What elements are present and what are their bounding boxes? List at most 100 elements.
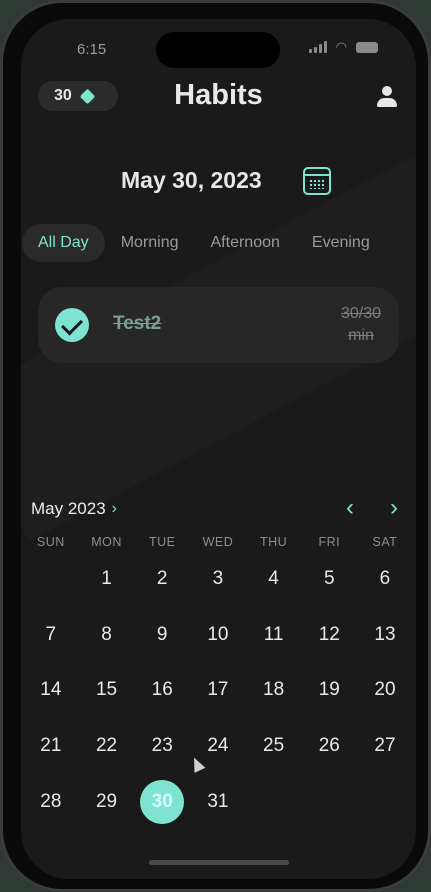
status-time: 6:15 <box>77 41 107 58</box>
calendar-day-selected[interactable]: 30 <box>134 774 190 830</box>
weekday-header: SUN MON TUE WED THU FRI SAT <box>23 535 414 549</box>
weekday-label: TUE <box>148 535 176 549</box>
calendar-day-number: 16 <box>151 679 173 701</box>
calendar-day-number: 3 <box>212 567 224 589</box>
time-of-day-tabs: All Day Morning Afternoon Evening <box>22 223 386 263</box>
status-icons: ◠ <box>308 39 378 54</box>
calendar-day[interactable]: 29 <box>79 774 135 830</box>
calendar-day[interactable]: 12 <box>301 607 357 663</box>
calendar-day[interactable]: 4 <box>246 551 302 607</box>
habit-card[interactable]: Test2 30/30 min <box>38 287 399 363</box>
weekday-label: WED <box>202 535 234 549</box>
month-label: May 2023 <box>31 499 106 518</box>
weekday-label: MON <box>91 535 122 549</box>
previous-month-button[interactable]: ‹ <box>346 496 354 520</box>
tab-morning[interactable]: Morning <box>105 224 195 262</box>
weekday-label: THU <box>259 535 288 549</box>
chevron-right-icon: › <box>111 500 117 517</box>
calendar-day[interactable]: 9 <box>134 607 190 663</box>
month-picker[interactable]: May 2023 › <box>31 499 117 519</box>
calendar-day[interactable]: 17 <box>190 662 246 718</box>
calendar-day-number: 22 <box>95 734 118 756</box>
calendar-day[interactable]: 23 <box>134 718 190 774</box>
calendar-day[interactable]: 19 <box>301 662 357 718</box>
calendar-day-number: 26 <box>318 734 340 756</box>
calendar-day-number: 8 <box>101 623 112 645</box>
check-icon[interactable] <box>55 308 89 342</box>
calendar-day[interactable]: 15 <box>79 662 135 718</box>
tab-evening[interactable]: Evening <box>296 224 386 262</box>
calendar-day-number: 11 <box>263 623 284 645</box>
calendar-day-number: 31 <box>207 790 229 812</box>
calendar-day-number: 17 <box>207 679 229 701</box>
calendar-day-number: 4 <box>268 567 279 589</box>
app-screen: 6:15 ◠ 30 Habits May 30, 2023 All Day Mor… <box>21 19 416 879</box>
calendar-day-number: 10 <box>207 623 229 645</box>
battery-icon <box>356 41 378 53</box>
calendar-day-number: 18 <box>263 679 285 701</box>
calendar-day[interactable]: 14 <box>23 662 79 718</box>
habit-progress: 30/30 min <box>341 303 381 347</box>
dynamic-island <box>156 32 280 68</box>
calendar-day[interactable]: 18 <box>246 662 302 718</box>
calendar-day-number: 2 <box>156 567 168 589</box>
calendar-grid: 1 2 3 4 5 6 7 8 9 10 11 12 13 14 15 16 17 18 19 20 21 22 23 24 2… <box>23 551 414 829</box>
calendar-day-number: 29 <box>95 790 118 812</box>
calendar-day[interactable]: 26 <box>301 718 357 774</box>
habit-name: Test2 <box>113 313 162 334</box>
calendar-day-number: 25 <box>263 734 285 756</box>
calendar-day[interactable]: 3 <box>190 551 246 607</box>
habit-progress-unit: min <box>348 327 374 344</box>
calendar-day[interactable]: 7 <box>23 607 79 663</box>
calendar-day[interactable]: 6 <box>357 551 413 607</box>
calendar-day[interactable]: 2 <box>134 551 190 607</box>
calendar-day[interactable]: 1 <box>79 551 135 607</box>
weekday-label: SAT <box>372 535 398 549</box>
calendar-day-number: 15 <box>95 679 118 701</box>
calendar-day-number: 7 <box>45 623 57 645</box>
calendar-icon[interactable] <box>303 167 331 195</box>
calendar-day[interactable]: 5 <box>301 551 357 607</box>
wifi-icon: ◠ <box>335 39 347 54</box>
page-title: Habits <box>174 79 263 111</box>
next-month-button[interactable]: › <box>390 496 398 520</box>
weekday-label: SUN <box>36 535 65 549</box>
calendar-day[interactable]: 31 <box>190 774 246 830</box>
profile-icon[interactable] <box>376 85 398 109</box>
calendar-day-number: 23 <box>151 734 173 756</box>
phone-frame: 6:15 ◠ 30 Habits May 30, 2023 All Day Mor… <box>0 0 431 892</box>
calendar-day[interactable]: 20 <box>357 662 413 718</box>
calendar-day-number: 14 <box>40 679 62 701</box>
calendar-day[interactable]: 21 <box>23 718 79 774</box>
calendar-day-number: 28 <box>40 790 62 812</box>
calendar-day[interactable]: 10 <box>190 607 246 663</box>
calendar-day-number: 19 <box>318 679 340 701</box>
calendar-day-number: 27 <box>374 734 396 756</box>
calendar-day-number: 1 <box>101 567 112 589</box>
weekday-label: FRI <box>318 535 341 549</box>
calendar-day-number: 5 <box>323 567 335 589</box>
calendar-day[interactable]: 22 <box>79 718 135 774</box>
calendar-day[interactable]: 28 <box>23 774 79 830</box>
calendar-day[interactable]: 13 <box>357 607 413 663</box>
calendar-day-number: 6 <box>379 567 391 589</box>
calendar-day-number: 24 <box>207 734 229 756</box>
calendar-day[interactable]: 11 <box>246 607 302 663</box>
calendar-day-number: 9 <box>156 623 168 645</box>
calendar-day-number: 20 <box>374 679 396 701</box>
calendar-day-number: 13 <box>374 623 396 645</box>
signal-icon <box>308 41 327 53</box>
tab-all-day[interactable]: All Day <box>22 224 105 262</box>
habit-progress-value: 30/30 <box>340 305 381 322</box>
calendar-day[interactable]: 25 <box>246 718 302 774</box>
empty-day-cell <box>23 551 79 607</box>
tab-afternoon[interactable]: Afternoon <box>195 224 296 262</box>
calendar-day[interactable]: 8 <box>79 607 135 663</box>
calendar-day[interactable]: 16 <box>134 662 190 718</box>
calendar-day-number: 12 <box>318 623 340 645</box>
calendar-day-number: 21 <box>40 734 62 756</box>
selected-date-title: May 30, 2023 <box>121 167 262 193</box>
home-indicator <box>149 860 289 865</box>
calendar-day-number: 30 <box>151 790 173 812</box>
calendar-day[interactable]: 27 <box>357 718 413 774</box>
